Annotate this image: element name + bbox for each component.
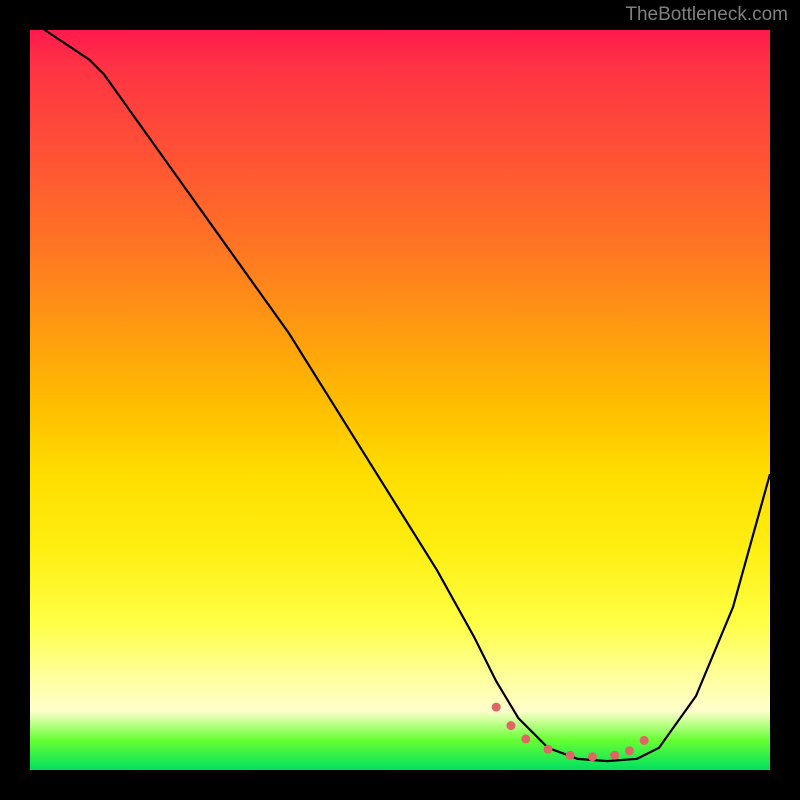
marker-dot <box>640 736 649 745</box>
marker-dot <box>566 751 575 760</box>
chart-svg <box>30 30 770 770</box>
bottleneck-curve-path <box>30 30 770 761</box>
marker-dot <box>507 721 516 730</box>
marker-dot <box>521 734 530 743</box>
marker-dot <box>492 703 501 712</box>
marker-dot <box>625 746 634 755</box>
marker-dot <box>544 745 553 754</box>
marker-dot <box>588 752 597 761</box>
chart-area <box>30 30 770 770</box>
watermark-text: TheBottleneck.com <box>625 4 788 26</box>
marker-dot <box>610 751 619 760</box>
